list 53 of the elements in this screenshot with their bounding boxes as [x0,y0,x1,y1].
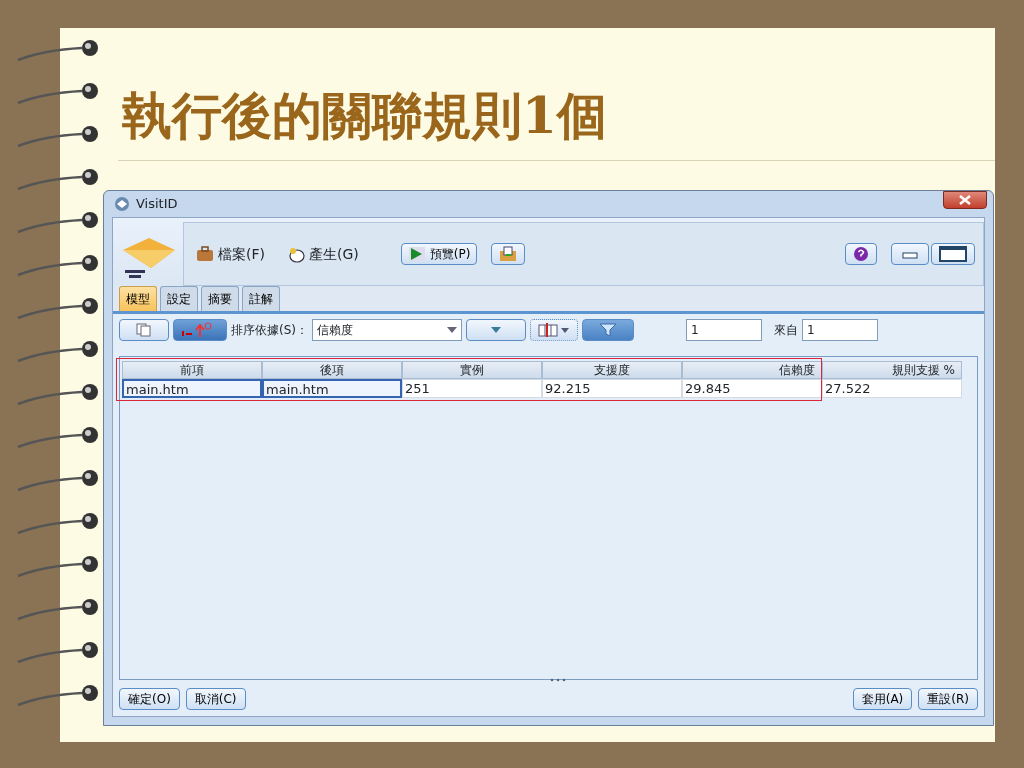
slide-title: 執行後的關聯規則1個 [122,86,608,146]
filter-button[interactable] [582,319,634,341]
table-cell: 92.215 [542,379,682,398]
export-button[interactable] [491,243,526,265]
tab[interactable]: 註解 [242,286,280,311]
dialog-button[interactable]: 重設(R) [918,688,978,710]
sort-dropdown[interactable]: 信賴度 [312,319,462,341]
tab[interactable]: 摘要 [201,286,239,311]
export-icon [498,246,519,262]
columns-icon [537,323,571,337]
preview-button[interactable]: 預覽(P) [400,243,478,265]
sort-direction-button[interactable] [466,319,526,341]
dropdown-arrow-icon [447,327,457,333]
columns-button[interactable] [530,319,578,341]
column-header[interactable]: 信賴度 [682,361,822,379]
table-cell: main.htm [262,379,402,398]
sparkle-blob-icon [287,245,305,263]
play-icon [407,246,426,262]
close-icon [959,195,971,205]
window-title: VisitID [136,195,178,214]
menu-item[interactable]: 檔案(F) [192,243,269,265]
column-header[interactable]: 後項 [262,361,402,379]
dropdown-arrow-icon [491,327,501,333]
filter-icon [599,323,617,337]
close-button[interactable] [943,191,987,209]
copy-button[interactable] [119,319,169,341]
help-icon [852,246,870,262]
dialog-button[interactable]: 確定(O) [119,688,180,710]
range-start-field[interactable]: 1 [686,319,762,341]
column-header[interactable]: 前項 [122,361,262,379]
column-header[interactable]: 實例 [402,361,542,379]
from-label: 來自 [774,322,798,339]
splitter-handle-icon[interactable] [548,678,567,682]
dialog-button[interactable]: 取消(C) [185,688,246,710]
range-total-field[interactable]: 1 [802,319,878,341]
briefcase-icon [196,245,214,263]
tab[interactable]: 模型 [119,286,157,311]
app-icon [114,196,130,212]
sort-order-button[interactable] [173,319,227,341]
table-cell: main.htm [122,379,262,398]
maximize-button[interactable] [931,243,975,265]
dialog-button[interactable]: 套用(A) [852,688,913,710]
menu-item[interactable]: 產生(G) [283,243,363,265]
table-cell: 251 [402,379,542,398]
column-header[interactable]: 規則支援 % [822,361,962,379]
column-header[interactable]: 支援度 [542,361,682,379]
help-button[interactable] [845,243,877,265]
table-cell: 29.845 [682,379,822,398]
maximize-icon [938,246,968,262]
copy-icon [136,323,152,337]
sort-label: 排序依據(S)： [231,322,308,339]
tab[interactable]: 設定 [160,286,198,311]
table-cell: 27.522 [822,379,962,398]
